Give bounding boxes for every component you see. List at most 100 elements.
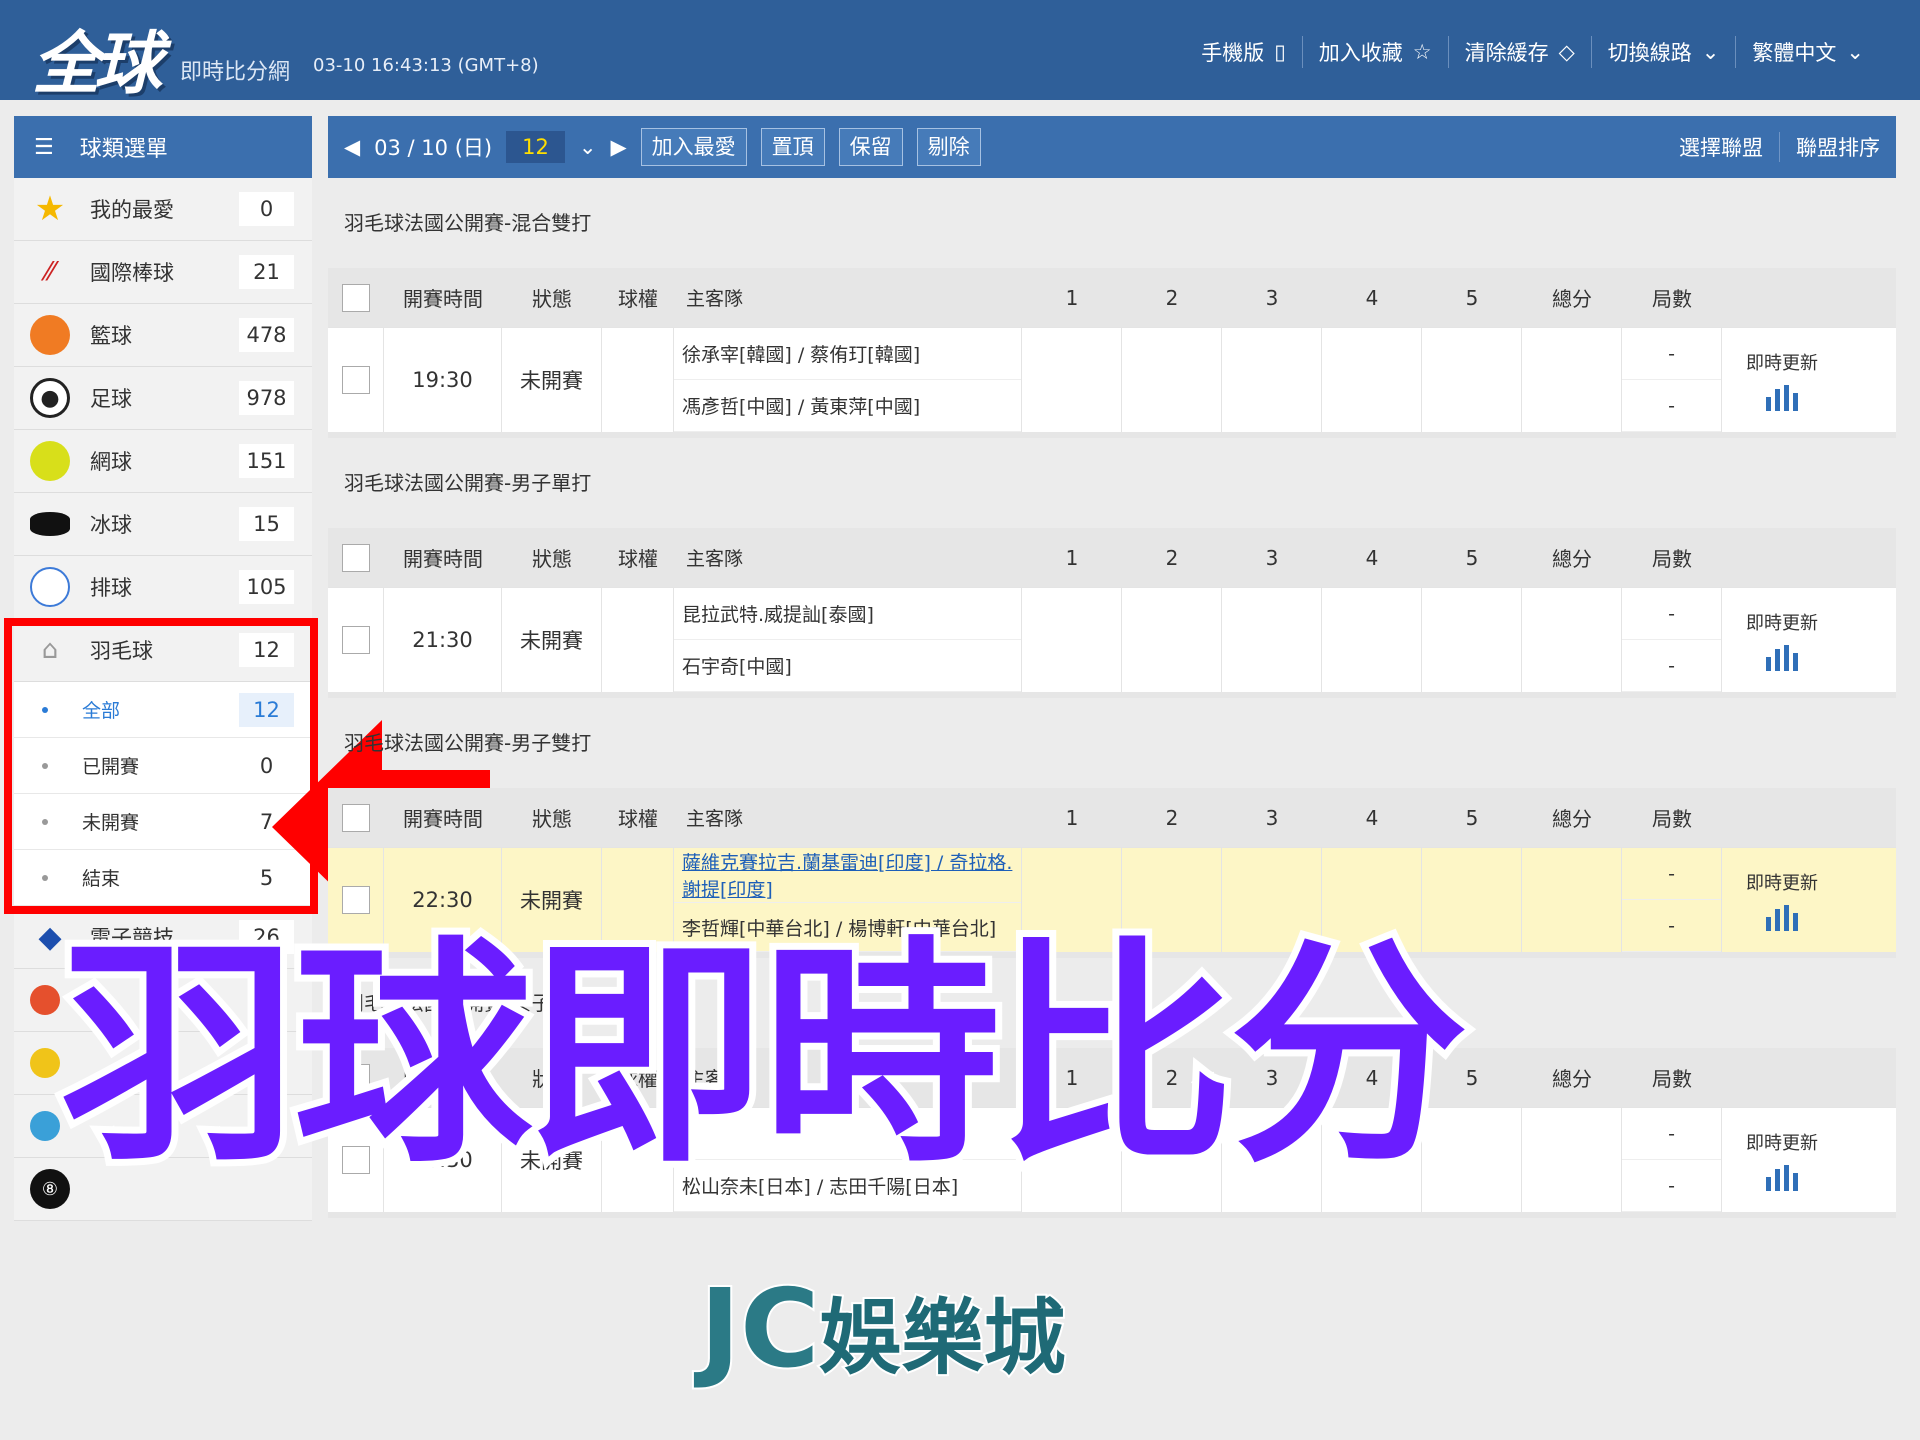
select-all-checkbox[interactable] [342,543,370,572]
column-header[interactable]: 狀態 [502,803,602,832]
soccer-ball-icon: ● [30,378,70,418]
column-header[interactable]: 總分 [1522,283,1622,312]
table-header: 開賽時間 狀態 球權 主客隊 1 2 3 4 5 總分 局數 [328,528,1896,588]
nav-switch-line[interactable]: 切換線路 ⌄ [1590,36,1736,68]
column-header[interactable]: 球權 [602,543,674,572]
toolbar: ◀ 03 / 10 (日) 12 ⌄ ▶ 加入最愛 置頂 保留 剔除 選擇聯盟 … [328,116,1896,178]
match-status: 未開賽 [502,588,602,692]
sidebar-item-volleyball[interactable]: 排球 105 [14,556,312,619]
match-status: 未開賽 [502,328,602,432]
column-header[interactable]: 開賽時間 [384,543,502,572]
prev-day-icon[interactable]: ◀ [344,135,360,159]
sidebar-item-favorites[interactable]: ★ 我的最愛 0 [14,178,312,241]
game-count: - [1622,588,1721,640]
column-header[interactable]: 局數 [1622,803,1722,832]
column-header[interactable]: 主客隊 [674,804,1022,831]
game-count: - [1622,1160,1721,1212]
header-nav: 手機版 ▯ 加入收藏 ☆ 清除緩存 ◇ 切換線路 ⌄ 繁體中文 ⌄ [1185,36,1880,68]
column-header[interactable]: 總分 [1522,543,1622,572]
header: 全球 即時比分網 03-10 16:43:13 (GMT+8) 手機版 ▯ 加入收… [0,0,1920,104]
column-header[interactable]: 1 [1022,806,1122,830]
sidebar-item-baseball[interactable]: ⁄⁄ 國際棒球 21 [14,241,312,304]
column-header[interactable]: 4 [1322,806,1422,830]
phone-icon: ▯ [1274,40,1286,64]
bar-chart-icon[interactable] [1766,1165,1798,1191]
nav-favorite[interactable]: 加入收藏 ☆ [1301,36,1448,68]
column-header[interactable]: 3 [1222,806,1322,830]
table-row[interactable]: 19:30 未開賽 徐承宰[韓國] / 蔡侑玎[韓國] 馮彥哲[中國] / 黃東萍[中… [328,328,1896,438]
pin-top-button[interactable]: 置頂 [760,128,825,166]
sidebar-item-ice-hockey[interactable]: 冰球 15 [14,493,312,556]
column-header[interactable]: 開賽時間 [384,283,502,312]
select-all-checkbox[interactable] [342,283,370,312]
column-header[interactable]: 3 [1222,286,1322,310]
home-team[interactable]: 徐承宰[韓國] / 蔡侑玎[韓國] [674,328,1021,380]
column-header[interactable]: 5 [1422,286,1522,310]
row-checkbox[interactable] [341,366,370,394]
nav-clear-cache[interactable]: 清除緩存 ◇ [1447,36,1591,68]
bar-chart-icon[interactable] [1766,645,1798,671]
column-header[interactable]: 3 [1222,546,1322,570]
keep-button[interactable]: 保留 [838,128,903,166]
column-header[interactable]: 局數 [1622,543,1722,572]
column-header[interactable]: 1 [1022,546,1122,570]
live-update-link[interactable]: 即時更新 [1722,588,1842,692]
column-header[interactable]: 主客隊 [674,544,1022,571]
table-row[interactable]: 21:30 未開賽 昆拉武特.威提訕[泰國] 石宇奇[中國] - - 即時更新 [328,588,1896,698]
select-league-button[interactable]: 選擇聯盟 [1663,132,1779,162]
column-header[interactable]: 球權 [602,283,674,312]
site-logo[interactable]: 全球 [32,8,162,107]
live-update-link[interactable]: 即時更新 [1722,848,1842,952]
column-header[interactable]: 4 [1322,546,1422,570]
away-team[interactable]: 石宇奇[中國] [674,640,1021,692]
ping-pong-icon [30,985,60,1015]
column-header[interactable]: 球權 [602,803,674,832]
next-day-icon[interactable]: ▶ [610,135,626,159]
live-update-link[interactable]: 即時更新 [1722,328,1842,432]
column-header[interactable]: 5 [1422,806,1522,830]
column-header[interactable]: 2 [1122,546,1222,570]
column-header[interactable]: 總分 [1522,803,1622,832]
serve-cell [602,588,674,692]
bar-chart-icon[interactable] [1766,905,1798,931]
site-subtitle: 即時比分網 [180,60,291,85]
row-checkbox[interactable] [341,886,370,914]
clock: 03-10 16:43:13 (GMT+8) [313,55,539,76]
match-table: 開賽時間 狀態 球權 主客隊 1 2 3 4 5 總分 局數 21:30 未開賽 昆拉武特.威提訕[泰國]… [328,528,1896,698]
home-team[interactable]: 昆拉武特.威提訕[泰國] [674,588,1021,640]
column-header[interactable]: 5 [1422,546,1522,570]
column-header[interactable]: 總分 [1522,1063,1622,1092]
column-header[interactable]: 2 [1122,806,1222,830]
column-header[interactable]: 狀態 [502,283,602,312]
league-block: 羽毛球法國公開賽-混合雙打 開賽時間 狀態 球權 主客隊 1 2 3 4 5 總分 局數 19:30 未開… [328,178,1896,438]
add-favorite-button[interactable]: 加入最愛 [640,128,747,166]
league-sort-button[interactable]: 聯盟排序 [1779,132,1896,162]
column-header[interactable]: 1 [1022,286,1122,310]
column-header[interactable]: 4 [1322,286,1422,310]
away-team[interactable]: 馮彥哲[中國] / 黃東萍[中國] [674,380,1021,432]
chevron-down-icon: ⌄ [1701,40,1720,64]
date-label: 03 / 10 (日) [374,136,493,160]
menu-icon[interactable]: ☰ [34,135,54,160]
column-header[interactable]: 主客隊 [674,284,1022,311]
bar-chart-icon[interactable] [1766,385,1798,411]
row-checkbox[interactable] [341,626,370,654]
column-header[interactable]: 局數 [1622,1063,1722,1092]
column-header[interactable]: 2 [1122,286,1222,310]
league-title: 羽毛球法國公開賽-混合雙打 [344,211,592,235]
live-update-link[interactable]: 即時更新 [1722,1108,1842,1212]
sport-icon [30,1111,60,1141]
home-team[interactable]: 薩維克賽拉吉.蘭基雷迪[印度] / 奇拉格.謝提[印度] [674,848,1021,903]
nav-mobile[interactable]: 手機版 ▯ [1185,36,1302,68]
chevron-down-icon[interactable]: ⌄ [579,135,597,159]
column-header[interactable]: 開賽時間 [384,803,502,832]
hockey-puck-icon [30,512,70,536]
nav-language[interactable]: 繁體中文 ⌄ [1735,36,1880,68]
select-all-checkbox[interactable] [342,803,370,832]
column-header[interactable]: 局數 [1622,283,1722,312]
sidebar-item-tennis[interactable]: 網球 151 [14,430,312,493]
column-header[interactable]: 狀態 [502,543,602,572]
sidebar-item-football[interactable]: ● 足球 978 [14,367,312,430]
remove-button[interactable]: 剔除 [916,128,981,166]
sidebar-item-basketball[interactable]: 籃球 478 [14,304,312,367]
